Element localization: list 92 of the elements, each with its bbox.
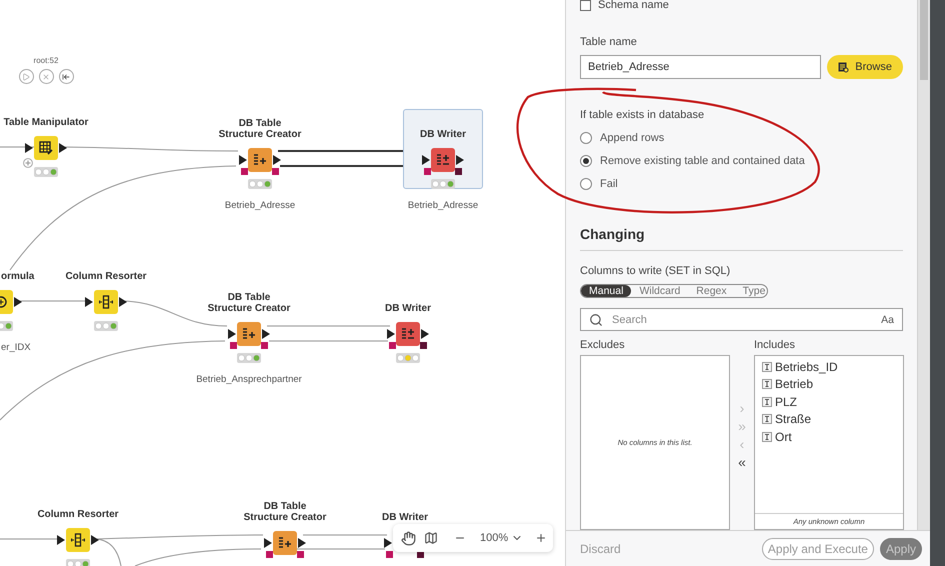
list-title: Includes [754,339,796,354]
db-port-icon [424,168,431,175]
search-icon [589,312,603,327]
workflow-node[interactable] [237,322,261,346]
field-label: If table exists in database [580,108,706,122]
node-title: DB Table Structure Creator [242,500,328,523]
node-title: DB Table Structure Creator [218,117,302,140]
field-label: Columns to write (SET in SQL) [580,264,732,278]
zoom-level-dropdown[interactable]: 100% [480,532,524,544]
workflow-node[interactable] [66,528,90,552]
string-type-icon [762,432,772,442]
radio-option[interactable]: Fail [580,172,903,196]
column-item[interactable]: Betriebs_ID [775,360,838,374]
table-name-field[interactable]: Betrieb_Adresse [580,55,822,80]
node-title: Column Resorter [65,270,147,282]
radio-option[interactable]: Remove existing table and contained data [580,149,903,172]
column-resort-icon [99,295,113,309]
connection-line [0,146,34,148]
node-label: er_IDX [1,342,32,353]
workflow-node[interactable] [431,148,455,172]
workflow-node[interactable] [94,290,118,314]
column-resort-icon [71,533,85,547]
string-type-icon [762,414,772,424]
map-icon[interactable] [424,531,438,545]
node-title: DB Writer [385,302,431,314]
node-label: Betrieb_Adresse [224,200,296,211]
case-sensitive-toggle[interactable]: Aa [881,314,894,326]
workflow-node[interactable] [34,136,58,160]
close-icon [42,72,50,80]
db-port-icon [261,342,268,349]
browse-button[interactable]: Browse [827,55,903,80]
list-plus-minus-icon [436,153,450,167]
mode-tab[interactable]: Manual [581,285,632,298]
column-item[interactable]: Betrieb [775,377,814,392]
radio-option[interactable]: Append rows [580,126,903,150]
db-port-icon [272,168,279,175]
schema-name-checkbox[interactable]: Schema name [580,0,903,12]
db-port-icon [455,168,462,175]
table-edit-icon [39,141,53,155]
mode-tab[interactable]: Regex [688,285,735,298]
db-port-icon [297,551,304,558]
node-title: DB Table Structure Creator [206,291,292,314]
mode-tab[interactable]: Wildcard [631,285,688,298]
list-plus-minus-icon [401,327,415,341]
node-title: ormula [1,270,36,282]
string-type-icon [762,379,772,390]
play-icon [22,72,30,80]
search-field[interactable]: Search Aa [580,308,903,332]
checkbox-label: Schema name [598,0,669,12]
db-port-icon [386,551,393,558]
workflow-node[interactable] [396,322,420,346]
hand-icon[interactable] [401,530,416,546]
checkbox[interactable] [580,0,591,11]
database-browse-icon [838,62,850,73]
node-title: Column Resorter [37,508,119,520]
section-heading: Changing [580,226,646,244]
node-title: DB Writer [382,511,428,523]
list-plus-icon [242,327,256,341]
node-label: Betrieb_Ansprechpartner [196,374,302,385]
column-item[interactable]: Ort [775,430,792,444]
arrow-to-line-icon [62,72,70,80]
db-port-icon [230,342,237,349]
list-title: Excludes [580,339,626,354]
list-plus-icon [253,153,267,167]
reset-button[interactable] [58,69,74,84]
column-item[interactable]: Straße [775,412,812,426]
zoom-in-icon[interactable] [535,532,548,544]
radio-label: Append rows [600,132,664,144]
string-type-icon [762,396,772,407]
node-title: DB Writer [420,128,466,140]
node-caption: root:52 [34,56,58,65]
radio-label: Fail [600,178,618,190]
column-item[interactable]: PLZ [775,394,798,409]
radio-button[interactable] [580,178,592,190]
db-port-icon [420,342,427,349]
scrollbar[interactable] [917,0,930,530]
db-port-icon [241,168,248,175]
radio-label: Remove existing table and contained data [600,154,805,167]
mode-tab[interactable]: Type [734,285,767,298]
field-label: Table name [580,35,638,50]
db-port-icon [389,342,396,349]
add-port-icon [23,158,33,168]
list-plus-icon [278,536,292,550]
node-label: Betrieb_Adresse [408,200,478,211]
radio-button[interactable] [580,132,592,144]
db-port-icon [266,551,273,558]
node-title: Table Manipulator [4,116,88,128]
move-button[interactable]: « [738,454,746,470]
radio-button[interactable] [580,154,592,167]
workflow-node[interactable] [248,148,272,172]
workflow-node[interactable] [273,531,297,555]
string-type-icon [762,362,772,372]
